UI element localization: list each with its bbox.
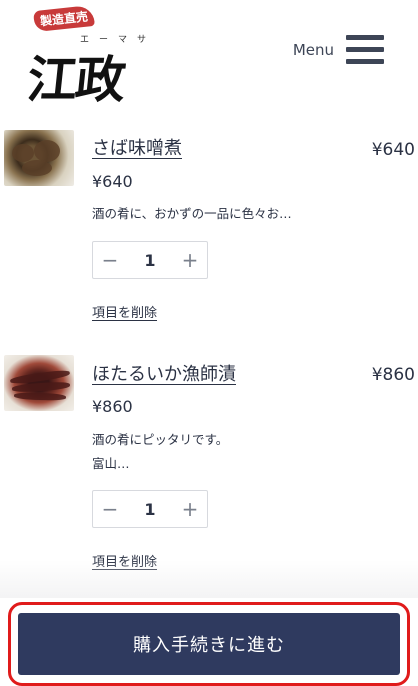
increment-button[interactable]: + <box>173 491 207 527</box>
decrement-button[interactable]: − <box>93 491 127 527</box>
quantity-input[interactable]: 1 <box>127 251 173 270</box>
product-description: 酒の肴に、おかずの一品に色々お… <box>92 202 292 226</box>
line-total-price: ¥860 <box>371 365 415 385</box>
quantity-stepper: − 1 + <box>92 490 208 528</box>
scroll-fade <box>0 560 418 600</box>
menu-label: Menu <box>292 41 334 59</box>
header: 製造直売 エーマサ 江政 Menu <box>0 0 418 112</box>
description-line: 酒の肴にピッタリです。 <box>92 432 229 447</box>
logo-tagline: 製造直売 <box>33 4 95 33</box>
menu-button[interactable]: Menu <box>293 34 384 66</box>
product-name-link[interactable]: ほたるいか漁師漬 <box>92 360 236 386</box>
product-name-link[interactable]: さば味噌煮 <box>92 134 182 160</box>
unit-price: ¥860 <box>92 397 133 416</box>
decrement-button[interactable]: − <box>93 242 127 278</box>
quantity-stepper: − 1 + <box>92 241 208 279</box>
product-description: 酒の肴にピッタリです。 富山… <box>92 428 228 476</box>
unit-price: ¥640 <box>92 172 133 191</box>
increment-button[interactable]: + <box>173 242 207 278</box>
product-thumbnail[interactable] <box>4 130 74 186</box>
hamburger-icon[interactable] <box>346 34 384 66</box>
product-thumbnail[interactable] <box>4 355 74 411</box>
logo-mark: 江政 <box>24 50 127 109</box>
store-logo[interactable]: 製造直売 エーマサ 江政 <box>22 4 172 109</box>
remove-item-link[interactable]: 項目を削除 <box>92 302 157 321</box>
quantity-input[interactable]: 1 <box>127 500 173 519</box>
line-total-price: ¥640 <box>371 140 415 160</box>
description-line: 酒の肴に、おかずの一品に色々お… <box>92 206 292 221</box>
description-line: 富山… <box>92 456 130 471</box>
checkout-button[interactable]: 購入手続きに進む <box>18 613 400 675</box>
